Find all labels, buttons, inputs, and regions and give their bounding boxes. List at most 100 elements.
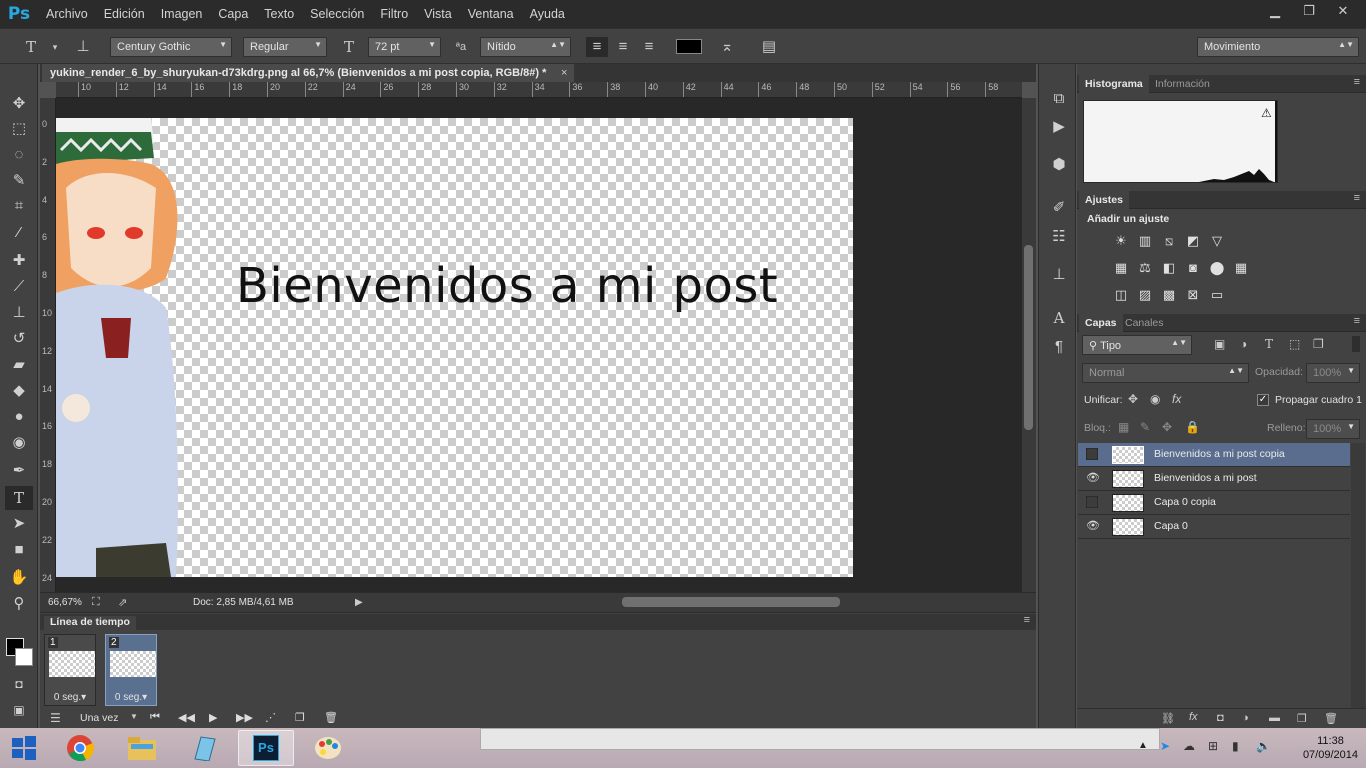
cloud-icon[interactable]: ☁: [1183, 739, 1195, 753]
dodge-tool-icon[interactable]: ◉: [5, 431, 33, 455]
black-white-icon[interactable]: ◧: [1158, 259, 1180, 277]
font-family-select[interactable]: Century Gothic ▼: [110, 37, 232, 57]
selective-color-icon[interactable]: ⊠: [1182, 286, 1204, 304]
horizontal-scroll-thumb[interactable]: [622, 597, 840, 607]
play-icon[interactable]: ▶: [209, 711, 217, 724]
clone-stamp-tool-icon[interactable]: ⊥: [5, 301, 33, 325]
crop-tool-icon[interactable]: ⌗: [5, 194, 33, 218]
canvas-workspace[interactable]: Bienvenidos a mi post: [56, 98, 1022, 592]
start-button[interactable]: [0, 730, 48, 766]
layer-row[interactable]: Bienvenidos a mi post copia: [1078, 443, 1350, 467]
actions-panel-icon[interactable]: ▶: [1048, 116, 1070, 138]
menu-capa[interactable]: Capa: [210, 7, 256, 21]
antialias-select[interactable]: Nítido ▲▼: [480, 37, 571, 57]
tab-informacion[interactable]: Información: [1149, 75, 1216, 93]
levels-icon[interactable]: ▥: [1134, 232, 1156, 250]
next-frame-icon[interactable]: ▶▶: [236, 711, 253, 724]
layers-scrollbar[interactable]: [1351, 443, 1365, 713]
battery-icon[interactable]: ▮: [1232, 739, 1239, 753]
status-menu-arrow-icon[interactable]: ▶: [355, 597, 363, 608]
warp-text-icon[interactable]: ⌅: [716, 37, 738, 57]
timeline-options-icon[interactable]: ☰: [50, 711, 61, 725]
blend-mode-select[interactable]: Normal ▲▼: [1082, 363, 1249, 383]
lock-pixels-icon[interactable]: ✎: [1140, 420, 1150, 434]
tab-ajustes[interactable]: Ajustes: [1079, 191, 1129, 209]
eyedropper-tool-icon[interactable]: ⁄: [5, 221, 33, 245]
close-button[interactable]: ✕: [1326, 0, 1360, 22]
history-brush-tool-icon[interactable]: ↺: [5, 327, 33, 351]
chrome-taskbar-button[interactable]: [52, 730, 108, 766]
system-clock[interactable]: 11:38 07/09/2014: [1303, 734, 1358, 762]
lock-position-icon[interactable]: ✥: [1162, 420, 1172, 434]
menu-vista[interactable]: Vista: [416, 7, 460, 21]
fill-input[interactable]: 100% ▼: [1306, 419, 1360, 439]
explorer-taskbar-button[interactable]: [114, 730, 170, 766]
tab-histograma[interactable]: Histograma: [1079, 75, 1149, 93]
preset-dropdown-icon[interactable]: ▾: [44, 37, 66, 57]
document-tab[interactable]: yukine_render_6_by_shuryukan-d73kdrg.png…: [42, 64, 575, 82]
character-panel-icon[interactable]: ▤: [758, 37, 780, 57]
brush-presets-icon[interactable]: ✐: [1048, 197, 1070, 219]
frame-delay[interactable]: 0 seg.▾: [106, 692, 156, 703]
channel-mixer-icon[interactable]: ⬤: [1206, 259, 1228, 277]
layer-row[interactable]: Capa 0 copia: [1078, 491, 1350, 515]
marquee-tool-icon[interactable]: ⬚: [5, 117, 33, 141]
text-color-swatch[interactable]: [676, 39, 702, 54]
paint-taskbar-button[interactable]: [300, 730, 356, 766]
notes-taskbar-button[interactable]: [176, 730, 232, 766]
layer-filter-select[interactable]: ⚲ Tipo ▲▼: [1082, 335, 1192, 355]
filter-toggle[interactable]: [1352, 336, 1360, 352]
link-layers-icon[interactable]: ⛓: [1161, 712, 1175, 725]
filter-smart-object-icon[interactable]: ❐: [1313, 337, 1324, 351]
menu-texto[interactable]: Texto: [256, 7, 302, 21]
restore-button[interactable]: ❐: [1292, 0, 1326, 22]
gradient-map-icon[interactable]: ▭: [1206, 286, 1228, 304]
hand-tool-icon[interactable]: ✋: [5, 566, 33, 590]
timeline-tab[interactable]: Línea de tiempo: [44, 616, 136, 630]
type-tool-icon[interactable]: T: [5, 486, 33, 510]
menu-archivo[interactable]: Archivo: [38, 7, 96, 21]
frame-delay[interactable]: 0 seg.▾: [45, 692, 95, 703]
menu-seleccion[interactable]: Selección: [302, 7, 372, 21]
align-right-icon[interactable]: ≡: [638, 37, 660, 57]
volume-icon[interactable]: 🔈: [1256, 739, 1271, 753]
pen-tool-icon[interactable]: ✒: [5, 459, 33, 483]
histogram-menu-icon[interactable]: ≡: [1354, 76, 1360, 88]
delete-frame-icon[interactable]: 🗑: [324, 711, 338, 724]
first-frame-icon[interactable]: ⏮: [150, 711, 160, 724]
export-icon[interactable]: ⇗: [118, 596, 127, 609]
telegram-icon[interactable]: ➤: [1160, 739, 1170, 753]
paint-bucket-tool-icon[interactable]: ◆: [5, 379, 33, 403]
vibrance-icon[interactable]: ▽: [1206, 232, 1228, 250]
layer-name[interactable]: Bienvenidos a mi post: [1154, 472, 1257, 484]
status-info-icon[interactable]: ⛶: [92, 596, 100, 609]
layer-row[interactable]: 👁 Bienvenidos a mi post: [1078, 467, 1350, 491]
healing-brush-tool-icon[interactable]: ✚: [5, 249, 33, 273]
filter-type-icon[interactable]: T: [1265, 337, 1273, 351]
text-orientation-icon[interactable]: ⊥: [72, 37, 94, 57]
zoom-tool-icon[interactable]: ⚲: [5, 592, 33, 616]
loop-select[interactable]: Una vez: [80, 712, 119, 724]
layer-style-icon[interactable]: fx: [1189, 711, 1198, 723]
propagate-checkbox[interactable]: ✓: [1257, 394, 1269, 406]
character-icon[interactable]: A: [1048, 307, 1070, 329]
blur-tool-icon[interactable]: ●: [5, 405, 33, 429]
layer-name[interactable]: Capa 0 copia: [1154, 496, 1216, 508]
lock-transparency-icon[interactable]: ▦: [1118, 420, 1129, 434]
duplicate-frame-icon[interactable]: ❐: [295, 711, 305, 724]
menu-imagen[interactable]: Imagen: [153, 7, 211, 21]
menu-filtro[interactable]: Filtro: [372, 7, 416, 21]
tab-canales[interactable]: Canales: [1119, 314, 1170, 332]
network-icon[interactable]: ⊞: [1208, 739, 1218, 753]
animation-frame[interactable]: 2 0 seg.▾: [105, 634, 157, 706]
paragraph-icon[interactable]: ¶: [1048, 336, 1070, 358]
workspace-select[interactable]: Movimiento ▲▼: [1197, 37, 1359, 57]
tween-icon[interactable]: ⋰: [265, 711, 276, 724]
move-tool-icon[interactable]: ✥: [5, 92, 33, 116]
background-color-swatch[interactable]: [15, 648, 33, 666]
document-canvas[interactable]: Bienvenidos a mi post: [56, 118, 853, 577]
filter-shape-icon[interactable]: ⬚: [1289, 337, 1300, 351]
rectangle-tool-icon[interactable]: ■: [5, 538, 33, 562]
delete-layer-icon[interactable]: 🗑: [1324, 712, 1338, 725]
layers-menu-icon[interactable]: ≡: [1354, 315, 1360, 327]
